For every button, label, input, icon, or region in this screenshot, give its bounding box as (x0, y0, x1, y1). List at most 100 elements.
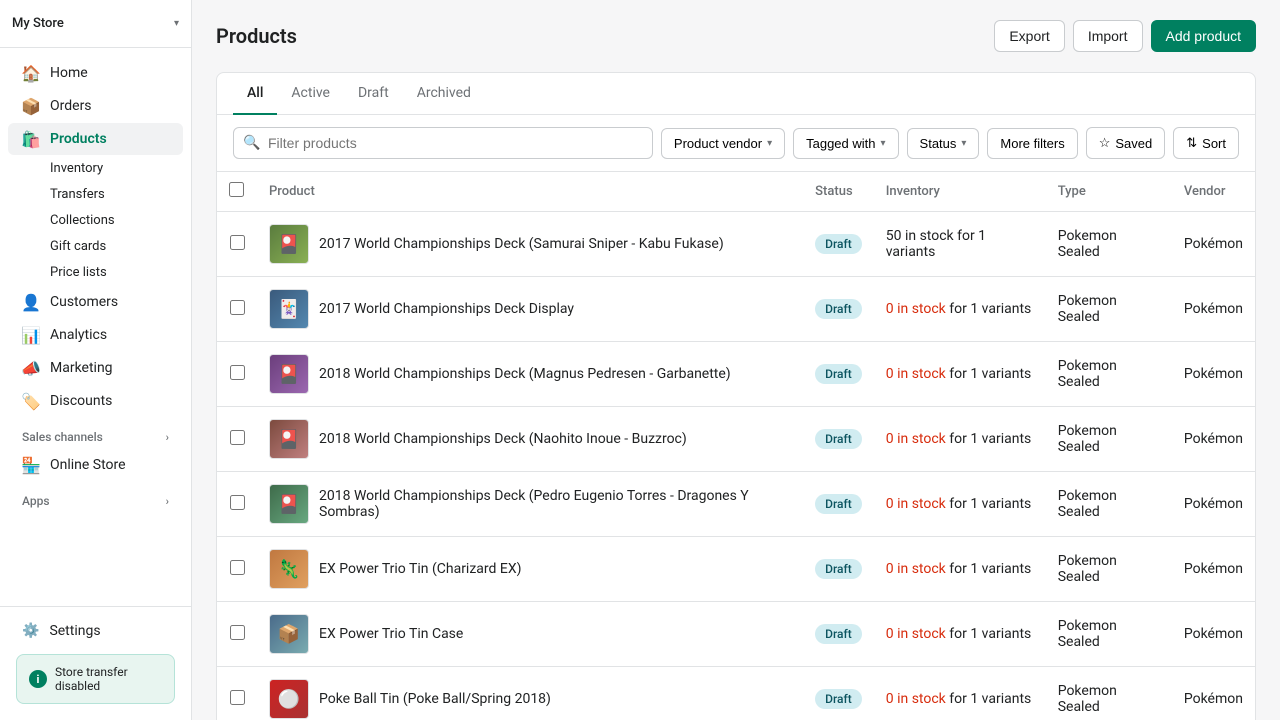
more-filters-button[interactable]: More filters (987, 128, 1077, 159)
row-checkbox-0[interactable] (230, 235, 245, 250)
table-row: 🃏 2017 World Championships Deck Display … (217, 277, 1255, 342)
row-checkbox-5[interactable] (230, 560, 245, 575)
search-wrapper: 🔍 (233, 127, 653, 159)
type-column-header: Type (1046, 172, 1172, 212)
sidebar-item-discounts[interactable]: 🏷️ Discounts (8, 385, 183, 417)
product-name-0[interactable]: 2017 World Championships Deck (Samurai S… (319, 236, 724, 252)
product-thumbnail-2: 🎴 (269, 354, 309, 394)
product-name-4[interactable]: 2018 World Championships Deck (Pedro Eug… (319, 488, 791, 520)
product-thumbnail-7: ⚪ (269, 679, 309, 719)
table-row: 🎴 2018 World Championships Deck (Pedro E… (217, 472, 1255, 537)
sidebar-item-home-label: Home (50, 65, 88, 81)
saved-label: Saved (1115, 136, 1152, 151)
search-input[interactable] (233, 127, 653, 159)
search-icon: 🔍 (243, 135, 260, 151)
sidebar-item-gift-cards[interactable]: Gift cards (22, 234, 183, 259)
row-checkbox-3[interactable] (230, 430, 245, 445)
inventory-suffix-7: for 1 variants (946, 691, 1031, 707)
row-checkbox-4[interactable] (230, 495, 245, 510)
product-name-1[interactable]: 2017 World Championships Deck Display (319, 301, 574, 317)
tab-draft[interactable]: Draft (344, 73, 403, 115)
vendor-cell-6: Pokémon (1172, 602, 1255, 667)
products-icon: 🛍️ (22, 130, 40, 148)
vendor-cell-2: Pokémon (1172, 342, 1255, 407)
inventory-text-0: 50 in stock for 1 variants (886, 228, 986, 260)
export-button[interactable]: Export (994, 20, 1064, 52)
sidebar-item-inventory[interactable]: Inventory (22, 156, 183, 181)
apps-section: Apps › (0, 482, 191, 512)
sidebar-item-price-lists[interactable]: Price lists (22, 260, 183, 285)
store-selector[interactable]: My Store ▾ (0, 0, 191, 48)
tagged-with-filter[interactable]: Tagged with ▾ (793, 128, 898, 159)
select-all-header (217, 172, 257, 212)
saved-button[interactable]: ☆ Saved (1086, 127, 1166, 159)
status-badge-1: Draft (815, 299, 862, 319)
status-badge-5: Draft (815, 559, 862, 579)
sidebar-item-analytics-label: Analytics (50, 327, 107, 343)
status-badge-4: Draft (815, 494, 862, 514)
row-checkbox-1[interactable] (230, 300, 245, 315)
sidebar-item-products[interactable]: 🛍️ Products (8, 123, 183, 155)
discounts-icon: 🏷️ (22, 392, 40, 410)
table-row: 🎴 2018 World Championships Deck (Magnus … (217, 342, 1255, 407)
inventory-zero-3: 0 in stock (886, 431, 946, 447)
import-button[interactable]: Import (1073, 20, 1143, 52)
home-icon: 🏠 (22, 64, 40, 82)
inventory-suffix-3: for 1 variants (946, 431, 1031, 447)
sidebar-item-collections[interactable]: Collections (22, 208, 183, 233)
sidebar-item-transfers[interactable]: Transfers (22, 182, 183, 207)
row-checkbox-7[interactable] (230, 690, 245, 705)
status-badge-2: Draft (815, 364, 862, 384)
store-selector-chevron-icon: ▾ (174, 18, 179, 29)
page-header: Products Export Import Add product (216, 20, 1256, 52)
product-name-2[interactable]: 2018 World Championships Deck (Magnus Pe… (319, 366, 731, 382)
sidebar-item-discounts-label: Discounts (50, 393, 112, 409)
row-checkbox-6[interactable] (230, 625, 245, 640)
sidebar: My Store ▾ 🏠 Home 📦 Orders 🛍️ Products I… (0, 0, 192, 720)
product-vendor-filter[interactable]: Product vendor ▾ (661, 128, 785, 159)
sidebar-item-home[interactable]: 🏠 Home (8, 57, 183, 89)
product-name-6[interactable]: EX Power Trio Tin Case (319, 626, 463, 642)
product-name-3[interactable]: 2018 World Championships Deck (Naohito I… (319, 431, 687, 447)
inventory-zero-6: 0 in stock (886, 626, 946, 642)
product-cell-1: 🃏 2017 World Championships Deck Display (269, 289, 791, 329)
sort-button[interactable]: ⇅ Sort (1173, 127, 1239, 159)
store-transfer-info-icon: i (29, 670, 47, 688)
tab-all[interactable]: All (233, 73, 277, 115)
inventory-zero-1: 0 in stock (886, 301, 946, 317)
select-all-checkbox[interactable] (229, 182, 244, 197)
product-thumbnail-5: 🦎 (269, 549, 309, 589)
status-filter[interactable]: Status ▾ (907, 128, 980, 159)
inventory-column-header: Inventory (874, 172, 1046, 212)
apps-expand-icon[interactable]: › (166, 495, 169, 508)
product-name-5[interactable]: EX Power Trio Tin (Charizard EX) (319, 561, 522, 577)
table-row: 🦎 EX Power Trio Tin (Charizard EX) Draft… (217, 537, 1255, 602)
status-badge-3: Draft (815, 429, 862, 449)
sidebar-item-settings[interactable]: ⚙️ Settings (8, 616, 183, 646)
product-cell-3: 🎴 2018 World Championships Deck (Naohito… (269, 419, 791, 459)
star-icon: ☆ (1099, 135, 1111, 151)
status-badge-7: Draft (815, 689, 862, 709)
sidebar-item-customers[interactable]: 👤 Customers (8, 286, 183, 318)
inventory-suffix-5: for 1 variants (946, 561, 1031, 577)
vendor-cell-0: Pokémon (1172, 212, 1255, 277)
product-name-7[interactable]: Poke Ball Tin (Poke Ball/Spring 2018) (319, 691, 551, 707)
sidebar-item-marketing[interactable]: 📣 Marketing (8, 352, 183, 384)
tab-archived[interactable]: Archived (403, 73, 485, 115)
vendor-cell-1: Pokémon (1172, 277, 1255, 342)
row-checkbox-2[interactable] (230, 365, 245, 380)
sidebar-item-online-store[interactable]: 🏪 Online Store (8, 449, 183, 481)
vendor-cell-4: Pokémon (1172, 472, 1255, 537)
tab-active[interactable]: Active (277, 73, 344, 115)
status-label: Status (920, 136, 957, 151)
tabs: All Active Draft Archived (217, 73, 1255, 115)
sales-channels-expand-icon[interactable]: › (166, 431, 169, 444)
add-product-button[interactable]: Add product (1151, 20, 1257, 52)
sidebar-item-orders[interactable]: 📦 Orders (8, 90, 183, 122)
product-cell-6: 📦 EX Power Trio Tin Case (269, 614, 791, 654)
sidebar-item-analytics[interactable]: 📊 Analytics (8, 319, 183, 351)
product-cell-2: 🎴 2018 World Championships Deck (Magnus … (269, 354, 791, 394)
status-badge-6: Draft (815, 624, 862, 644)
sidebar-item-products-label: Products (50, 131, 107, 147)
online-store-icon: 🏪 (22, 456, 40, 474)
